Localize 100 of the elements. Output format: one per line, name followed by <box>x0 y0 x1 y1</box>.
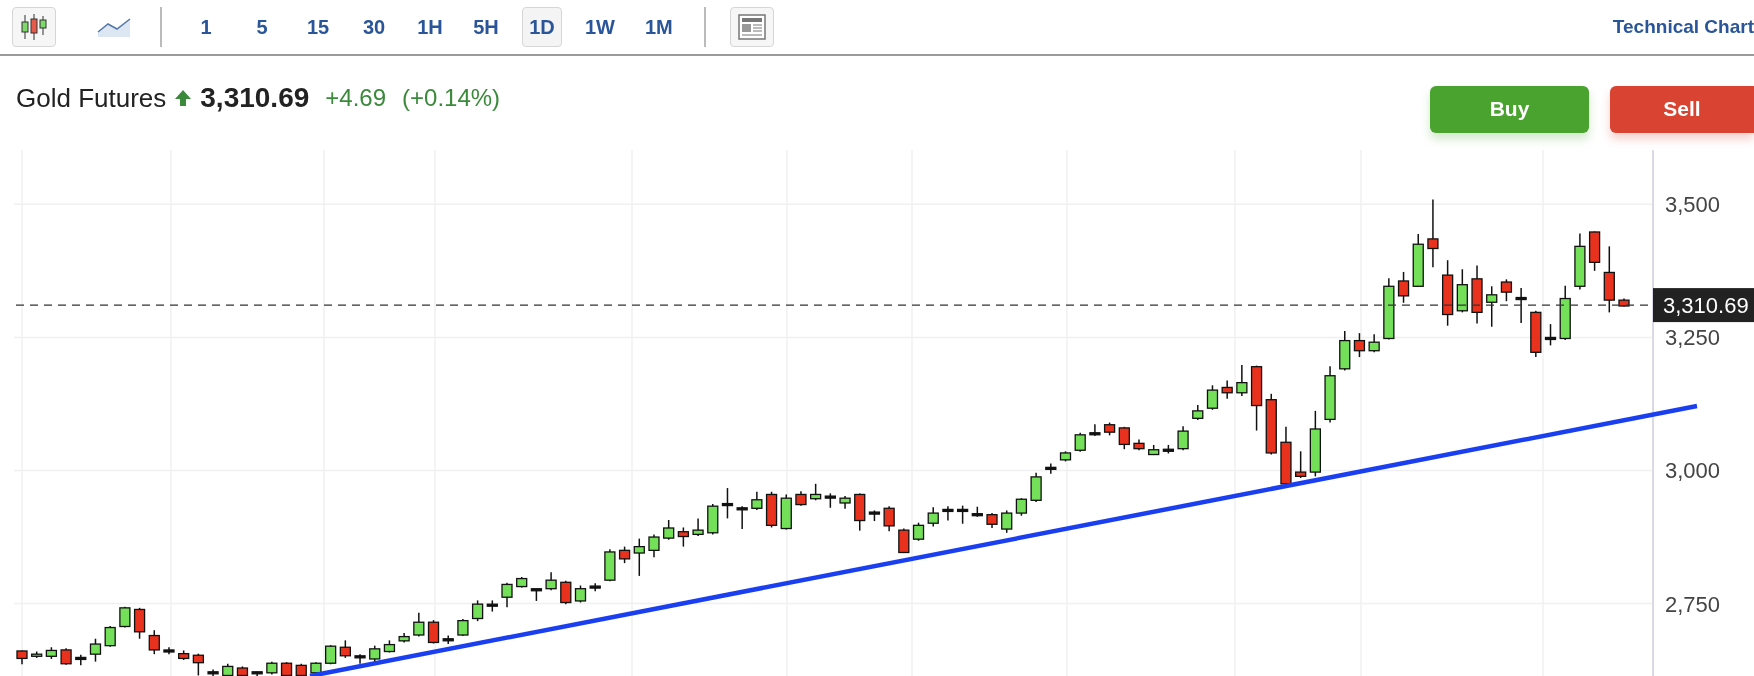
layout-icon <box>737 14 766 40</box>
candlestick <box>1368 333 1380 354</box>
interval-tab[interactable]: 15 <box>298 7 338 47</box>
candlestick <box>280 661 293 676</box>
candlestick <box>486 599 498 613</box>
area-chart-icon <box>97 16 131 38</box>
candlestick <box>104 625 116 648</box>
ref-line-label: 3,310.69 <box>1663 293 1749 319</box>
candlestick <box>1089 423 1101 437</box>
interval-tab[interactable]: 1H <box>410 7 450 47</box>
candlestick <box>1559 285 1571 341</box>
axis-label: 2,750 <box>1665 591 1721 617</box>
percent-change: (+0.14%) <box>402 83 501 113</box>
candlestick <box>1456 268 1468 314</box>
candlestick <box>354 653 366 665</box>
candlestick <box>839 495 851 510</box>
technical-chart-link[interactable]: Technical Chart <box>1612 12 1754 42</box>
interval-tab[interactable]: 5H <box>466 7 506 47</box>
candlestick <box>1427 198 1439 268</box>
candlestick <box>1500 278 1513 302</box>
candlestick <box>574 584 587 604</box>
interval-tab[interactable]: 5 <box>242 7 282 47</box>
candlestick <box>780 493 792 531</box>
axis-label: 3,250 <box>1665 325 1721 351</box>
price-change: +4.69 <box>325 83 387 113</box>
last-price-tag: 3,310.69 <box>1653 288 1754 323</box>
candlestick <box>339 639 351 659</box>
candlestick <box>427 619 440 645</box>
candlestick <box>956 504 969 525</box>
interval-tab[interactable]: 1W <box>578 7 622 47</box>
candlestick <box>1618 297 1630 308</box>
candlestick <box>1588 230 1601 272</box>
candlestick <box>1045 462 1057 475</box>
layout-button[interactable] <box>729 7 774 47</box>
candlestick <box>222 663 234 676</box>
candlestick-icon <box>21 13 47 41</box>
candlestick <box>1192 404 1204 421</box>
candlestick <box>295 663 307 676</box>
candlestick <box>604 548 616 582</box>
candlestick <box>1250 364 1263 432</box>
candlestick <box>383 639 396 654</box>
candlestick <box>927 506 939 528</box>
interval-tab[interactable]: 1 <box>186 7 226 47</box>
candlestick <box>236 665 249 676</box>
candlestick <box>369 644 381 663</box>
candlestick <box>1162 444 1175 455</box>
candlestick <box>266 660 278 676</box>
candlestick <box>677 526 690 548</box>
candlestick <box>1544 323 1557 347</box>
candlestick <box>471 599 484 622</box>
candlestick <box>163 646 175 655</box>
candlestick <box>413 611 425 638</box>
candlestick <box>1103 421 1116 437</box>
candlestick <box>516 576 528 589</box>
candlestick <box>971 505 983 518</box>
candlestick <box>530 588 543 602</box>
candlestick <box>618 545 631 564</box>
candlestick <box>1221 379 1233 400</box>
candlestick <box>1236 364 1248 397</box>
candlestick <box>1353 332 1366 358</box>
interval-tab[interactable]: 1D <box>522 7 562 47</box>
candlestick <box>1148 444 1160 456</box>
candlestick <box>810 483 822 502</box>
candlestick <box>148 629 160 655</box>
candlestick <box>457 618 469 637</box>
candlestick <box>1339 330 1351 372</box>
candlestick <box>310 661 322 676</box>
candlestick <box>1059 450 1072 463</box>
price-value: 3,310.69 <box>200 81 310 115</box>
candlestick <box>898 527 910 554</box>
chart-type-button[interactable] <box>12 7 56 47</box>
candlestick <box>1015 497 1028 517</box>
candlestick <box>1515 287 1527 324</box>
candlestick <box>692 517 704 537</box>
candlestick <box>1118 426 1130 450</box>
candlestick <box>883 505 895 532</box>
candlestick <box>398 632 410 644</box>
candlestick <box>501 582 513 609</box>
candlestick <box>942 505 954 522</box>
interval-tab[interactable]: 30 <box>354 7 394 47</box>
candlestick <box>45 646 58 660</box>
candlestick <box>60 647 72 666</box>
candlestick <box>589 582 601 593</box>
interval-tab[interactable]: 1M <box>638 7 680 47</box>
candlestick <box>119 606 131 629</box>
candlestick <box>648 533 660 559</box>
sell-button[interactable]: Sell <box>1610 85 1754 133</box>
candlestick <box>1001 509 1013 534</box>
candlestick <box>1397 271 1410 304</box>
candlestick <box>1309 410 1321 478</box>
candlestick <box>1471 264 1483 325</box>
candlestick <box>868 509 881 522</box>
candlestick <box>736 505 748 530</box>
candlestick <box>1133 438 1145 451</box>
candlestick <box>207 668 219 676</box>
candlestick <box>31 650 43 659</box>
candlestick <box>1280 426 1292 486</box>
candlestick <box>986 512 998 529</box>
candlestick <box>16 649 28 666</box>
candlestick <box>545 571 557 592</box>
